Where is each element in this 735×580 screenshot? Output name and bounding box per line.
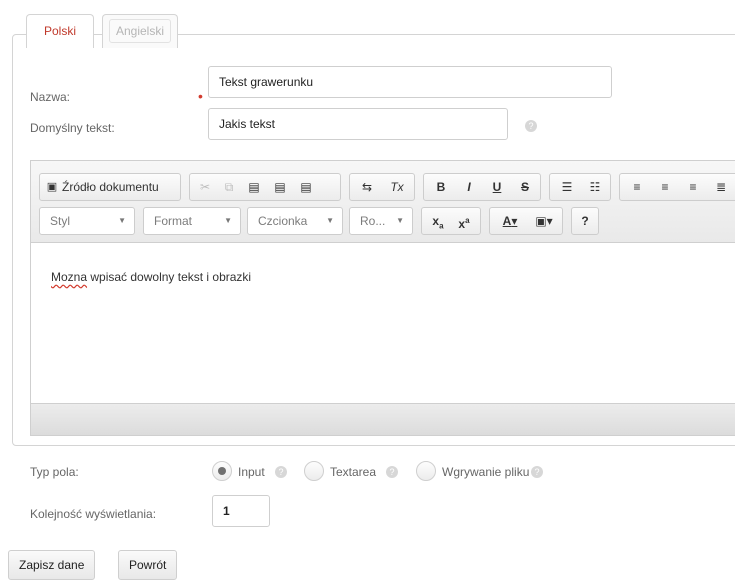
- tab-polski[interactable]: Polski: [26, 14, 94, 48]
- replace-icon[interactable]: ⇆: [354, 174, 380, 200]
- text-color-button[interactable]: A▾: [494, 208, 526, 234]
- help-group: ?: [571, 207, 599, 235]
- paste-text-icon[interactable]: ▤: [268, 174, 292, 200]
- list-group: ☰ ☷: [549, 173, 611, 201]
- radio-textarea-label: Textarea: [330, 465, 377, 479]
- background-color-icon[interactable]: ▣▾: [528, 208, 560, 234]
- name-input[interactable]: Tekst grawerunku: [208, 66, 612, 98]
- script-group: xa xa: [421, 207, 481, 235]
- style-combo-label: Styl: [50, 214, 71, 228]
- cut-icon[interactable]: ✂: [194, 174, 216, 200]
- radio-file-upload[interactable]: [416, 461, 436, 481]
- align-group: ≡ ≡ ≡ ≣: [619, 173, 735, 201]
- radio-input-label: Input: [238, 465, 265, 479]
- paste-word-icon[interactable]: ▤: [294, 174, 318, 200]
- display-order-label: Kolejność wyświetlania:: [30, 507, 157, 521]
- align-left-icon[interactable]: ≡: [624, 174, 650, 200]
- source-button[interactable]: ▣ Źródło dokumentu: [39, 173, 181, 201]
- editor-content-area[interactable]: Mozna wpisać dowolny tekst i obrazki: [31, 244, 735, 404]
- tab-angielski[interactable]: Angielski: [102, 14, 178, 48]
- strike-button[interactable]: S: [512, 174, 538, 200]
- size-combo-label: Ro...: [360, 214, 386, 228]
- rich-text-editor: ▣ Źródło dokumentu ✂ ⧉ ▤ ▤ ▤ ⇆ Tx B I U …: [30, 160, 735, 436]
- superscript-icon[interactable]: xa: [452, 208, 476, 234]
- chevron-down-icon: ▼: [224, 216, 232, 225]
- align-center-icon[interactable]: ≡: [652, 174, 678, 200]
- basic-style-group: B I U S: [423, 173, 541, 201]
- help-button[interactable]: ?: [574, 208, 596, 234]
- bulleted-list-icon[interactable]: ☷: [582, 174, 608, 200]
- paste-icon[interactable]: ▤: [242, 174, 266, 200]
- chevron-down-icon: ▼: [118, 216, 126, 225]
- font-combo[interactable]: Czcionka ▼: [247, 207, 343, 235]
- editor-content-rest: wpisać dowolny tekst i obrazki: [87, 270, 252, 284]
- numbered-list-icon[interactable]: ☰: [554, 174, 580, 200]
- justify-icon[interactable]: ≣: [708, 174, 734, 200]
- document-icon: ▣: [46, 181, 58, 193]
- radio-textarea[interactable]: [304, 461, 324, 481]
- editor-statusbar: [31, 403, 735, 435]
- misspelled-word: Mozna: [51, 270, 88, 284]
- clipboard-group: ✂ ⧉ ▤ ▤ ▤: [189, 173, 341, 201]
- help-icon[interactable]: ?: [275, 466, 287, 478]
- editor-content: Mozna wpisać dowolny tekst i obrazki: [51, 270, 251, 284]
- default-text-input[interactable]: Jakis tekst: [208, 108, 508, 140]
- bold-button[interactable]: B: [428, 174, 454, 200]
- tab-angielski-label: Angielski: [108, 19, 172, 43]
- field-type-label: Typ pola:: [30, 465, 79, 479]
- color-group: A▾ ▣▾: [489, 207, 563, 235]
- default-text-label: Domyślny tekst:: [30, 121, 115, 135]
- radio-file-upload-label: Wgrywanie pliku: [442, 465, 530, 479]
- style-combo[interactable]: Styl ▼: [39, 207, 135, 235]
- chevron-down-icon: ▼: [326, 216, 334, 225]
- text-color-label: A: [502, 214, 512, 228]
- format-combo[interactable]: Format ▼: [143, 207, 241, 235]
- required-marker: •: [198, 88, 203, 104]
- align-right-icon[interactable]: ≡: [680, 174, 706, 200]
- editor-toolbar: ▣ Źródło dokumentu ✂ ⧉ ▤ ▤ ▤ ⇆ Tx B I U …: [31, 161, 735, 243]
- copy-icon[interactable]: ⧉: [218, 174, 240, 200]
- subscript-icon[interactable]: xa: [426, 208, 450, 234]
- format-combo-label: Format: [154, 214, 193, 228]
- format-clean-group: ⇆ Tx: [349, 173, 415, 201]
- display-order-input[interactable]: 1: [212, 495, 270, 527]
- help-icon[interactable]: ?: [531, 466, 543, 478]
- name-label: Nazwa:: [30, 90, 71, 104]
- help-icon[interactable]: ?: [386, 466, 398, 478]
- underline-button[interactable]: U: [484, 174, 510, 200]
- help-icon[interactable]: ?: [525, 120, 537, 132]
- font-combo-label: Czcionka: [258, 214, 308, 228]
- size-combo[interactable]: Ro... ▼: [349, 207, 413, 235]
- radio-input[interactable]: [212, 461, 232, 481]
- remove-format-icon[interactable]: Tx: [384, 174, 410, 200]
- chevron-down-icon: ▼: [396, 216, 404, 225]
- source-button-label: Źródło dokumentu: [62, 180, 159, 194]
- italic-button[interactable]: I: [456, 174, 482, 200]
